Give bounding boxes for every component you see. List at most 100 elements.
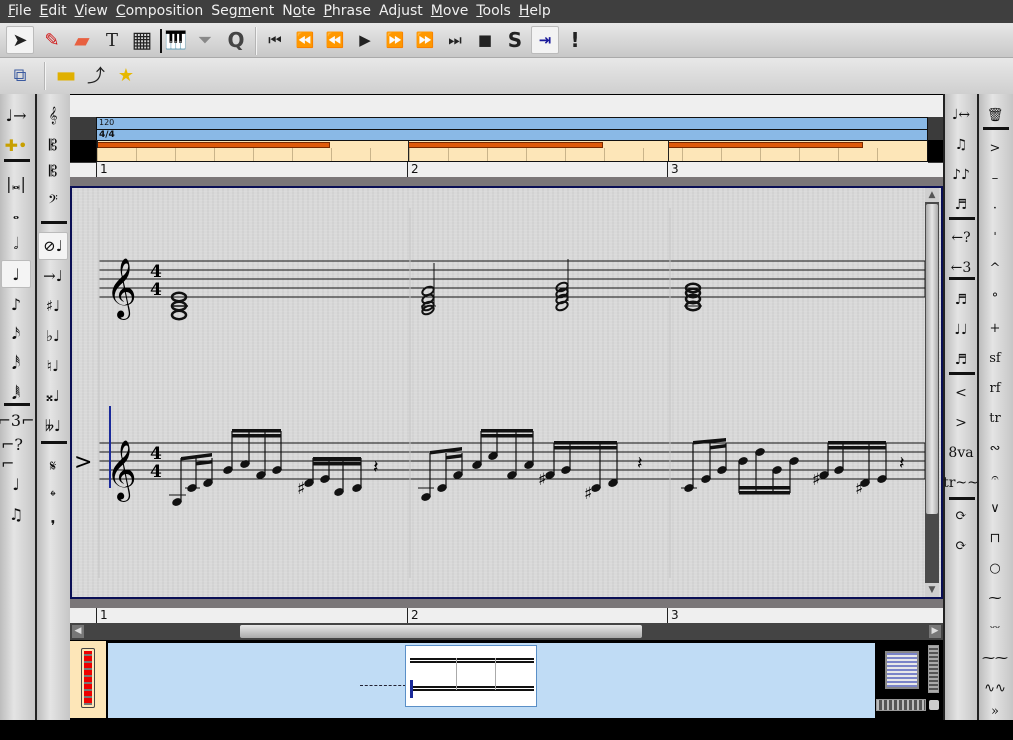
- score-canvas[interactable]: 𝄞 4 4 𝄞 4 4 ♯ 𝄽 ♯ ♯ 𝄽 ♯ ♯ 𝄽 > ▲ ▼: [70, 186, 943, 599]
- more-marks-button[interactable]: »: [980, 697, 1010, 725]
- staccatissimo-button[interactable]: ˈ: [980, 224, 1010, 252]
- tempo-ruler[interactable]: 120 4/4: [96, 117, 928, 140]
- sharp-button[interactable]: ♯♩: [38, 292, 68, 320]
- tempo-ruler-button[interactable]: ▬: [52, 61, 80, 89]
- zoom-vertical-icon[interactable]: [885, 651, 919, 689]
- chord-mode-button[interactable]: ♩: [1, 470, 31, 498]
- break-groups-button[interactable]: ♬: [946, 191, 976, 219]
- select-tool-button[interactable]: ➤: [6, 26, 34, 54]
- long-mordent-button[interactable]: ⁓⁓: [980, 644, 1010, 672]
- tenuto-button[interactable]: –: [980, 164, 1010, 192]
- tuplet-button[interactable]: ⌐?⌐: [1, 435, 31, 473]
- horizontal-scroll-thumb[interactable]: [240, 625, 642, 638]
- stop-button[interactable]: ■: [471, 26, 499, 54]
- menu-phrase[interactable]: Phrase: [319, 0, 375, 23]
- panner-viewport[interactable]: [405, 645, 537, 707]
- beam-break-button[interactable]: ♩↔: [946, 101, 976, 129]
- turn-button[interactable]: ∾: [980, 434, 1010, 462]
- menu-composition[interactable]: Composition: [112, 0, 207, 23]
- zoom-slider[interactable]: [928, 645, 939, 693]
- scroll-down-arrow[interactable]: ▼: [925, 583, 939, 597]
- filter-tool-button[interactable]: ⏷: [191, 26, 219, 54]
- forward-button[interactable]: ⏩: [411, 26, 439, 54]
- menu-adjust[interactable]: Adjust: [375, 0, 427, 23]
- scroll-left-arrow[interactable]: ◀: [72, 625, 84, 638]
- panic-button[interactable]: !: [561, 26, 589, 54]
- menu-move[interactable]: Move: [427, 0, 473, 23]
- alto-clef-button[interactable]: 𝄡: [38, 131, 68, 159]
- quarter-note-button[interactable]: ♩: [1, 260, 31, 288]
- menu-note[interactable]: Note: [278, 0, 319, 23]
- bass-clef-button[interactable]: 𝄢: [38, 187, 68, 215]
- repeat-dots-button[interactable]: ⟳: [946, 502, 976, 530]
- zoom-reset-button[interactable]: [929, 700, 939, 710]
- flat-button[interactable]: ♭♩: [38, 322, 68, 350]
- text-tool-button[interactable]: T: [98, 26, 126, 54]
- draw-tool-button[interactable]: ✎: [38, 26, 66, 54]
- tremolo-button[interactable]: ⟳: [946, 532, 976, 560]
- menu-tools[interactable]: Tools: [472, 0, 515, 23]
- rewind-to-beginning-button[interactable]: ⏮: [261, 26, 289, 54]
- natural-button[interactable]: ♮♩: [38, 352, 68, 380]
- grace-note-button[interactable]: ♫: [1, 500, 31, 528]
- treble-clef-button[interactable]: 𝄞: [38, 101, 68, 129]
- tuplet-unknown-button[interactable]: ←?: [946, 224, 976, 252]
- erase-tool-button[interactable]: ▰: [68, 26, 96, 54]
- tenor-clef-button[interactable]: 𝄡: [38, 157, 68, 185]
- pause-button[interactable]: 𝄐: [980, 464, 1010, 492]
- score-overview-panner[interactable]: [108, 643, 875, 718]
- quantize-tool-button[interactable]: Q: [222, 26, 250, 54]
- loop-segment[interactable]: [668, 142, 863, 148]
- fast-forward-button[interactable]: ⏩: [381, 26, 409, 54]
- menu-edit[interactable]: Edit: [35, 0, 70, 23]
- no-accidental-button[interactable]: ⊘♩: [38, 232, 68, 260]
- down-bow-button[interactable]: ⊓: [980, 524, 1010, 552]
- double-flat-button[interactable]: 𝄫♩: [38, 412, 68, 440]
- beam-button[interactable]: ♫: [946, 131, 976, 159]
- open-button[interactable]: °: [980, 284, 1010, 312]
- coda-button[interactable]: 𝄌: [38, 482, 68, 510]
- play-button[interactable]: ▶: [351, 26, 379, 54]
- harmonic-button[interactable]: ○: [980, 554, 1010, 582]
- vertical-scroll-thumb[interactable]: [926, 204, 938, 514]
- phrasing-slur-button[interactable]: ♬: [946, 346, 976, 374]
- controller-ruler-button[interactable]: ⤴: [82, 61, 110, 89]
- menu-help[interactable]: Help: [515, 0, 555, 23]
- tie-button[interactable]: ♩♩: [946, 316, 976, 344]
- crescendo-button[interactable]: <: [946, 379, 976, 407]
- loop-segment[interactable]: [408, 142, 603, 148]
- triplet-button[interactable]: ⌐3⌐: [0, 406, 35, 434]
- trill-line-button[interactable]: tr~~: [943, 469, 979, 497]
- scroll-to-follow-button[interactable]: ⇥: [531, 26, 559, 54]
- scroll-right-arrow[interactable]: ▶: [929, 625, 941, 638]
- mordent-inverted-button[interactable]: ᵕᵕ: [980, 614, 1010, 642]
- bar-ruler-bottom[interactable]: 1 2 3: [96, 608, 928, 623]
- solo-button[interactable]: S: [501, 26, 529, 54]
- menu-file[interactable]: File: [0, 0, 35, 23]
- horizontal-scrollbar[interactable]: ◀ ▶: [70, 623, 943, 640]
- segno-button[interactable]: 𝄋: [38, 452, 68, 480]
- add-ruler-button[interactable]: ★: [112, 61, 140, 89]
- staccato-button[interactable]: ·: [980, 194, 1010, 222]
- breath-button[interactable]: ❜: [38, 512, 68, 540]
- scroll-up-arrow[interactable]: ▲: [925, 188, 939, 202]
- dotted-note-button[interactable]: ✚•: [1, 131, 31, 159]
- fast-rewind-button[interactable]: ⏪: [321, 26, 349, 54]
- half-note-button[interactable]: 𝅗𝅥: [1, 230, 31, 258]
- follow-accidental-button[interactable]: →♩: [38, 262, 68, 290]
- symbol-tool-button[interactable]: 🎹: [162, 26, 190, 54]
- loop-ruler[interactable]: [96, 140, 928, 162]
- delete-marks-button[interactable]: 🗑: [980, 101, 1010, 129]
- double-sharp-button[interactable]: 𝄪♩: [38, 382, 68, 410]
- sforzando-button[interactable]: sf: [980, 344, 1010, 372]
- octave-up-button[interactable]: 8va: [946, 439, 976, 467]
- switch-to-rest-button[interactable]: ♩→: [1, 101, 31, 129]
- stopped-button[interactable]: +: [980, 314, 1010, 342]
- fast-forward-to-end-button[interactable]: ⏭: [441, 26, 469, 54]
- breve-button[interactable]: |𝅜|: [1, 170, 31, 198]
- slur-button[interactable]: ♬: [946, 286, 976, 314]
- guitar-chord-tool-button[interactable]: ▦: [128, 26, 156, 54]
- auto-beam-button[interactable]: ♪♪: [946, 161, 976, 189]
- rewind-button[interactable]: ⏪: [291, 26, 319, 54]
- menu-view[interactable]: View: [71, 0, 112, 23]
